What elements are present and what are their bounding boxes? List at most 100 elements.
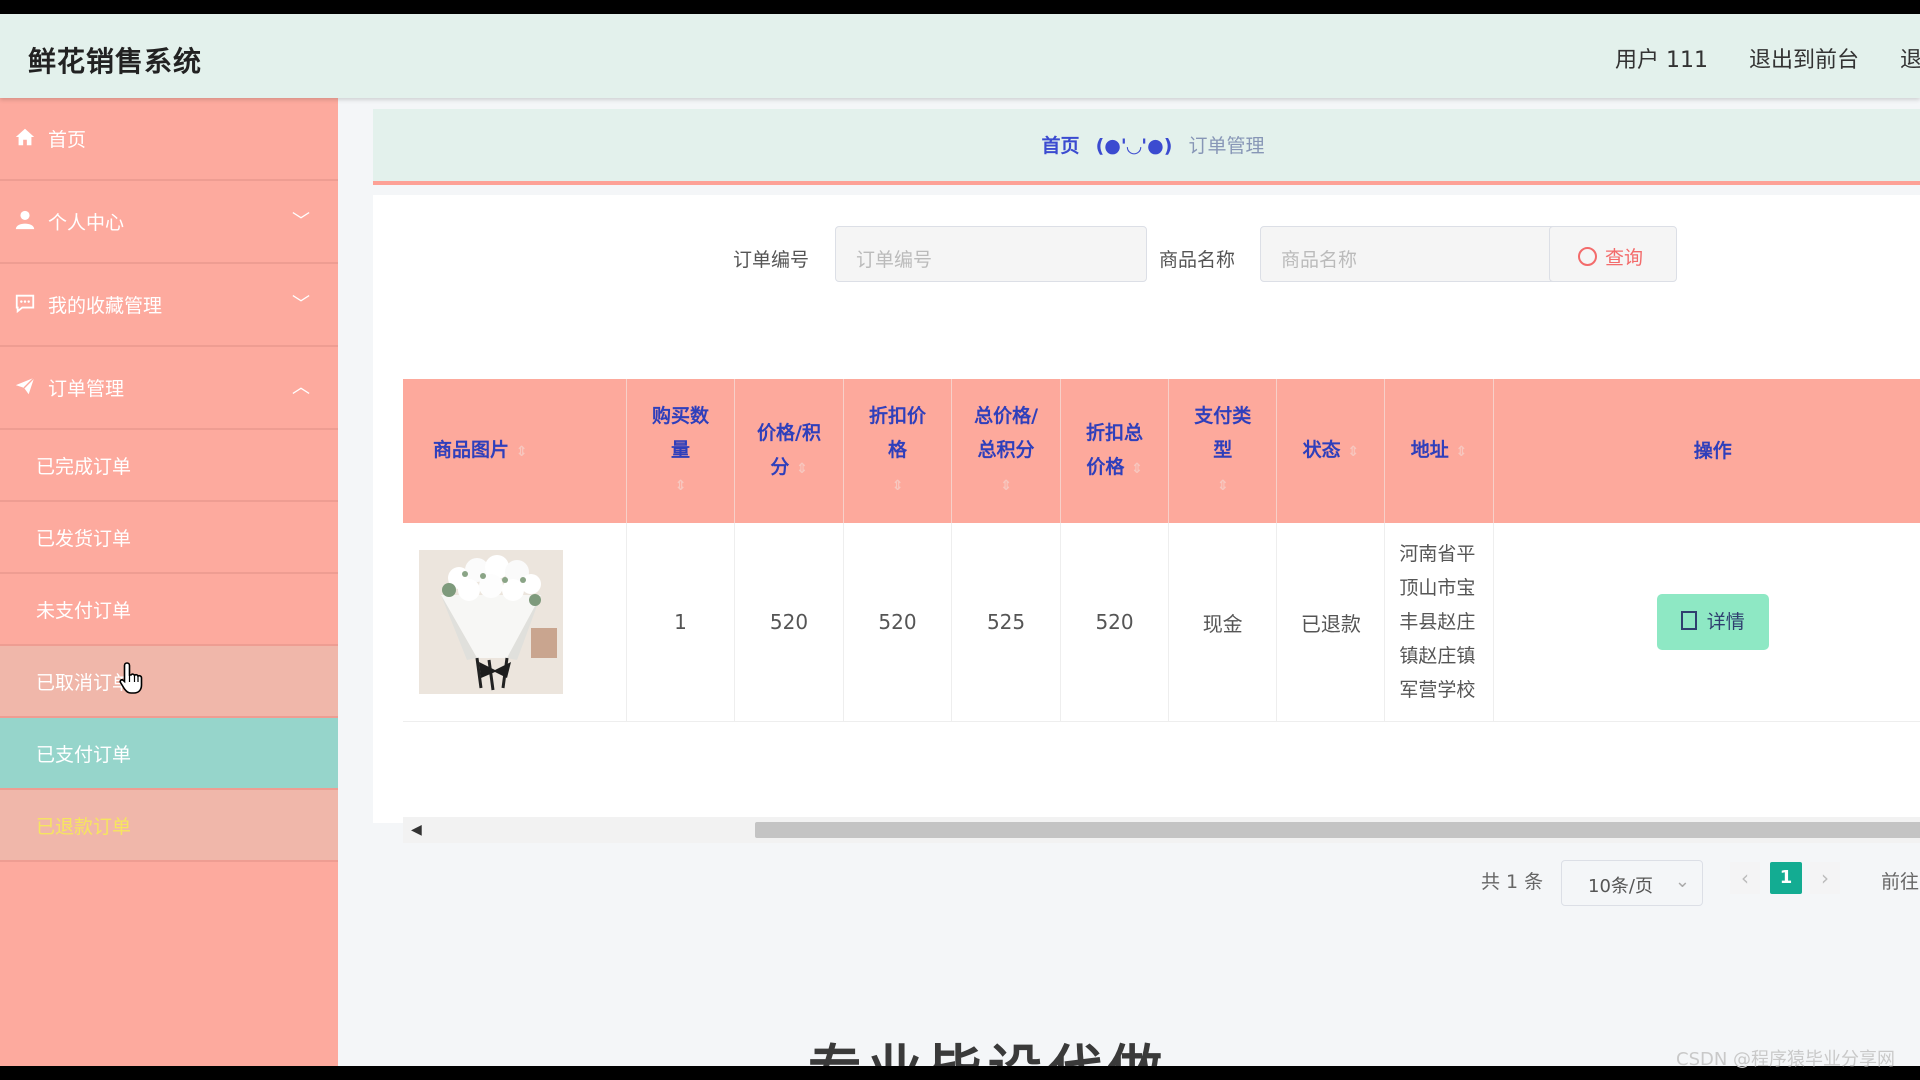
sidebar-item-label: 个人中心 xyxy=(48,212,125,234)
next-page-button[interactable]: › xyxy=(1810,862,1840,894)
detail-button[interactable]: 详情 xyxy=(1656,594,1769,650)
breadcrumb-current: 订单管理 xyxy=(1188,135,1265,157)
status-cell: 已退款 xyxy=(1276,523,1386,722)
chevron-down-icon: ﹀ xyxy=(292,294,310,315)
column-header-label: 折扣价格 xyxy=(869,405,927,461)
column-header[interactable]: 状态 ⇕ xyxy=(1276,379,1386,523)
discount-total-cell: 520 xyxy=(1060,523,1170,722)
submenu-completed-orders[interactable]: 已完成订单 xyxy=(0,430,338,502)
sort-icon[interactable]: ⇕ xyxy=(1131,461,1143,477)
app-title: 鲜花销售系统 xyxy=(28,45,203,78)
column-header[interactable]: 支付类型 ⇕ xyxy=(1168,379,1278,523)
product-image xyxy=(419,550,563,694)
submenu-unpaid-orders[interactable]: 未支付订单 xyxy=(0,574,338,646)
total-count: 共 1 条 xyxy=(1481,871,1544,893)
total-price-cell: 525 xyxy=(951,523,1061,722)
sort-icon[interactable]: ⇕ xyxy=(516,444,528,460)
breadcrumb-home-link[interactable]: 首页 xyxy=(1042,135,1080,157)
app-screen: 鲜花销售系统 用户 111 退出到前台 退出 首页 个人中心 ﹀ 我的收藏管理 … xyxy=(0,14,1920,1066)
column-header-label: 价格/积分 xyxy=(757,422,821,478)
sidebar-item-label: 我的收藏管理 xyxy=(48,295,163,317)
document-icon xyxy=(1680,611,1697,630)
column-header-label: 购买数量 xyxy=(651,405,709,461)
goto-label: 前往 xyxy=(1881,871,1920,893)
column-header[interactable]: 地址 ⇕ xyxy=(1384,379,1494,523)
chat-icon xyxy=(15,294,35,314)
table-row: 1 520 520 525 520 现金 已退款 河南省平顶山市宝丰县赵庄镇赵庄… xyxy=(403,523,1920,722)
sort-icon[interactable]: ⇕ xyxy=(1455,444,1467,460)
sort-icon[interactable]: ⇕ xyxy=(892,478,904,494)
column-header[interactable]: 折扣总价格 ⇕ xyxy=(1060,379,1170,523)
column-header-label: 地址 xyxy=(1410,439,1449,461)
column-header[interactable]: 折扣价格 ⇕ xyxy=(843,379,953,523)
sidebar-item-home[interactable]: 首页 xyxy=(0,98,338,181)
sidebar-item-label: 首页 xyxy=(48,129,87,151)
prev-page-button[interactable]: ‹ xyxy=(1730,862,1760,894)
sidebar-item-favorites[interactable]: 我的收藏管理 ﹀ xyxy=(0,264,338,347)
order-no-input[interactable]: 订单编号 xyxy=(835,226,1147,282)
submenu-cancelled-orders[interactable]: 已取消订单 xyxy=(0,646,338,718)
sidebar: 首页 个人中心 ﹀ 我的收藏管理 ﹀ 订单管理 ︿ 已完成订单 已发货订单 未支… xyxy=(0,98,338,1066)
sort-icon[interactable]: ⇕ xyxy=(1347,444,1359,460)
submenu-shipped-orders[interactable]: 已发货订单 xyxy=(0,502,338,574)
scrollbar-thumb[interactable] xyxy=(755,822,1920,838)
main-content: 首页 (●'◡'●) 订单管理 订单编号 订单编号 商品名称 商品名称 查询 商… xyxy=(338,98,1920,1066)
page-number-current[interactable]: 1 xyxy=(1770,862,1802,894)
video-caption: 专业毕设代做 xyxy=(808,1026,1168,1066)
sort-icon[interactable]: ⇕ xyxy=(1000,478,1012,494)
top-right-links: 用户 111 退出到前台 退出 xyxy=(1615,42,1920,74)
column-header-label: 操作 xyxy=(1693,440,1732,462)
order-no-label: 订单编号 xyxy=(733,249,810,271)
product-image-cell xyxy=(403,523,627,722)
table-header-row: 商品图片 ⇕ 购买数量 ⇕ 价格/积分 ⇕ 折扣价格 ⇕ 总价格/总积分 ⇕ 折扣总价… xyxy=(403,379,1920,523)
product-name-input[interactable]: 商品名称 xyxy=(1260,226,1572,282)
exit-to-front-link[interactable]: 退出到前台 xyxy=(1749,48,1859,73)
logout-link[interactable]: 退出 xyxy=(1900,48,1920,73)
submenu-label: 已完成订单 xyxy=(36,456,132,478)
breadcrumb-separator: (●'◡'●) xyxy=(1095,135,1173,157)
home-icon xyxy=(15,128,35,146)
discount-price-cell: 520 xyxy=(843,523,953,722)
submenu-paid-orders[interactable]: 已支付订单 xyxy=(0,718,338,790)
column-header[interactable]: 购买数量 ⇕ xyxy=(626,379,736,523)
order-panel: 订单编号 订单编号 商品名称 商品名称 查询 商品图片 ⇕ 购买数量 ⇕ 价格/积… xyxy=(373,195,1920,906)
sidebar-item-label: 订单管理 xyxy=(48,378,125,400)
sidebar-item-personal-center[interactable]: 个人中心 ﹀ xyxy=(0,181,338,264)
submenu-label: 已取消订单 xyxy=(36,672,132,694)
submenu-label: 已退款订单 xyxy=(36,816,132,838)
chevron-up-icon: ︿ xyxy=(292,377,310,398)
sort-icon[interactable]: ⇕ xyxy=(796,461,808,477)
query-button[interactable]: 查询 xyxy=(1549,226,1677,282)
sort-icon[interactable]: ⇕ xyxy=(1217,478,1229,494)
product-name-label: 商品名称 xyxy=(1159,249,1236,271)
submenu-label: 未支付订单 xyxy=(36,600,132,622)
query-button-label: 查询 xyxy=(1605,247,1644,269)
column-header[interactable]: 商品图片 ⇕ xyxy=(403,379,627,523)
sidebar-item-order-management[interactable]: 订单管理 ︿ xyxy=(0,347,338,430)
user-label: 用户 111 xyxy=(1615,48,1708,73)
chevron-down-icon: ﹀ xyxy=(292,211,310,232)
submenu-label: 已发货订单 xyxy=(36,528,132,550)
scroll-left-icon[interactable]: ◀ xyxy=(411,822,422,838)
submenu-label: 已支付订单 xyxy=(36,744,132,766)
submenu-refunded-orders[interactable]: 已退款订单 xyxy=(0,790,338,862)
column-header-label: 状态 xyxy=(1302,439,1341,461)
page-size-select[interactable]: 10条/页 ⌄ xyxy=(1561,860,1703,906)
top-bar: 鲜花销售系统 用户 111 退出到前台 退出 xyxy=(0,14,1920,98)
watermark: CSDN @程序猿毕业分享网 xyxy=(1676,1049,1896,1070)
page-size-value: 10条/页 xyxy=(1588,876,1653,897)
user-icon xyxy=(15,210,35,230)
paper-plane-icon xyxy=(15,377,35,395)
horizontal-scrollbar[interactable]: ◀ xyxy=(403,817,1920,843)
sort-icon[interactable]: ⇕ xyxy=(675,478,687,494)
column-header[interactable]: 总价格/总积分 ⇕ xyxy=(951,379,1061,523)
action-cell: 详情 xyxy=(1493,523,1920,722)
column-header-label: 总价格/总积分 xyxy=(974,405,1039,461)
hand-cursor-icon xyxy=(119,662,143,694)
breadcrumb-text: 首页 (●'◡'●) 订单管理 xyxy=(373,131,1920,158)
search-icon xyxy=(1578,247,1597,266)
column-header[interactable]: 价格/积分 ⇕ xyxy=(734,379,844,523)
column-header-label: 支付类型 xyxy=(1194,405,1252,461)
address-cell: 河南省平顶山市宝丰县赵庄镇赵庄镇军营学校 xyxy=(1384,523,1494,722)
column-header-label: 商品图片 xyxy=(433,439,510,461)
